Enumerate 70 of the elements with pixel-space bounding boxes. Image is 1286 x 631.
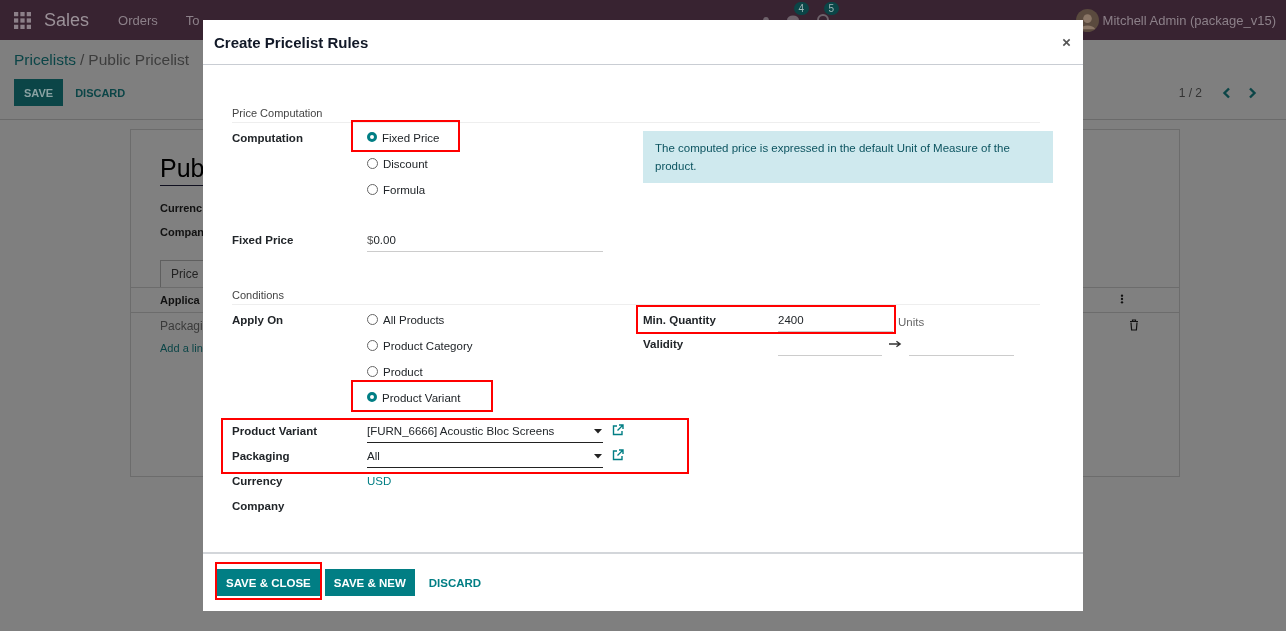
radio-option[interactable]: Discount bbox=[367, 154, 440, 180]
radio-button[interactable] bbox=[367, 184, 378, 195]
price-input[interactable]: $0.00 bbox=[367, 230, 603, 252]
option-label: Formula bbox=[383, 183, 426, 198]
currency-link[interactable]: USD bbox=[367, 471, 392, 491]
option-label: Product Category bbox=[383, 339, 473, 354]
discard-button[interactable]: DISCARD bbox=[419, 569, 491, 596]
arrow-right-icon bbox=[889, 340, 902, 348]
radio-button[interactable] bbox=[367, 392, 377, 402]
field-label: Apply On bbox=[232, 313, 285, 328]
table-cell: Packagi bbox=[160, 319, 203, 333]
radio-button[interactable] bbox=[367, 340, 378, 351]
section-heading: Price Computation bbox=[232, 107, 1040, 123]
menu-item[interactable]: Orders bbox=[118, 12, 158, 28]
app-name[interactable]: Sales bbox=[44, 9, 90, 31]
field-label: Product Variant bbox=[232, 424, 318, 439]
save-button[interactable]: SAVE bbox=[14, 79, 64, 106]
previous-icon[interactable] bbox=[1222, 86, 1232, 99]
external-link-icon[interactable] bbox=[612, 449, 624, 461]
select-field[interactable]: [FURN_6666] Acoustic Bloc Screens bbox=[367, 421, 603, 443]
field-label: Currenc bbox=[160, 202, 203, 214]
add-line-link[interactable]: Add a lin bbox=[160, 339, 203, 354]
radio-button[interactable] bbox=[367, 314, 378, 325]
radio-option[interactable]: Product bbox=[367, 362, 473, 388]
close-icon[interactable] bbox=[1062, 37, 1071, 47]
menu-item[interactable]: To bbox=[185, 12, 200, 28]
radio-option[interactable]: Product Variant bbox=[367, 388, 473, 414]
option-label: Product bbox=[383, 365, 423, 380]
radio-button[interactable] bbox=[367, 132, 377, 142]
field-label: Validity bbox=[643, 337, 685, 352]
option-label: Product Variant bbox=[382, 391, 461, 406]
unit-label: Units bbox=[898, 315, 925, 330]
radio-option[interactable]: Product Category bbox=[367, 336, 473, 362]
field-label: Packaging bbox=[232, 449, 291, 464]
dialog-title: Create Pricelist Rules bbox=[214, 33, 369, 51]
option-label: All Products bbox=[383, 313, 445, 328]
section-heading: Conditions bbox=[232, 289, 1040, 305]
field-label: Computation bbox=[232, 131, 304, 146]
radio-option[interactable]: All Products bbox=[367, 310, 473, 336]
info-alert: The computed price is expressed in the default Unit of Measure of the product. bbox=[643, 131, 1053, 183]
field-label: Currency bbox=[232, 474, 284, 489]
breadcrumb-separator: / bbox=[80, 51, 85, 69]
field-label: Fixed Price bbox=[232, 233, 295, 248]
column-header: Applica bbox=[160, 294, 200, 306]
field-label: Company bbox=[232, 499, 286, 514]
caret-icon bbox=[594, 454, 602, 459]
apps-grid-icon[interactable] bbox=[14, 11, 31, 29]
external-link-icon[interactable] bbox=[612, 424, 624, 436]
caret-icon bbox=[594, 429, 602, 434]
field-label: Min. Quantity bbox=[643, 313, 717, 328]
user-menu[interactable]: Mitchell Admin (package_v15) bbox=[1102, 12, 1276, 28]
radio-option[interactable]: Fixed Price bbox=[367, 128, 440, 154]
save-button[interactable]: SAVE & NEW bbox=[324, 569, 415, 596]
discard-button[interactable]: DISCARD bbox=[65, 79, 136, 106]
radio-button[interactable] bbox=[367, 158, 378, 169]
radio-button[interactable] bbox=[367, 366, 378, 377]
save-button[interactable]: SAVE & CLOSE bbox=[217, 569, 320, 596]
next-icon[interactable] bbox=[1247, 86, 1257, 99]
trash-icon[interactable] bbox=[1129, 319, 1139, 331]
select-field[interactable]: All bbox=[367, 446, 603, 468]
option-label: Fixed Price bbox=[382, 131, 440, 146]
message-count-badge: 4 bbox=[793, 2, 810, 15]
kebab-menu-icon[interactable] bbox=[1120, 294, 1124, 304]
option-label: Discount bbox=[383, 157, 428, 172]
pager-counter: 1 / 2 bbox=[1178, 85, 1202, 100]
radio-option[interactable]: Formula bbox=[367, 180, 440, 206]
breadcrumb-link[interactable]: Pricelists bbox=[14, 51, 76, 69]
breadcrumb-current: Public Pricelist bbox=[88, 51, 190, 69]
activity-count-badge: 5 bbox=[823, 2, 840, 15]
field-label: Compan bbox=[160, 226, 204, 238]
